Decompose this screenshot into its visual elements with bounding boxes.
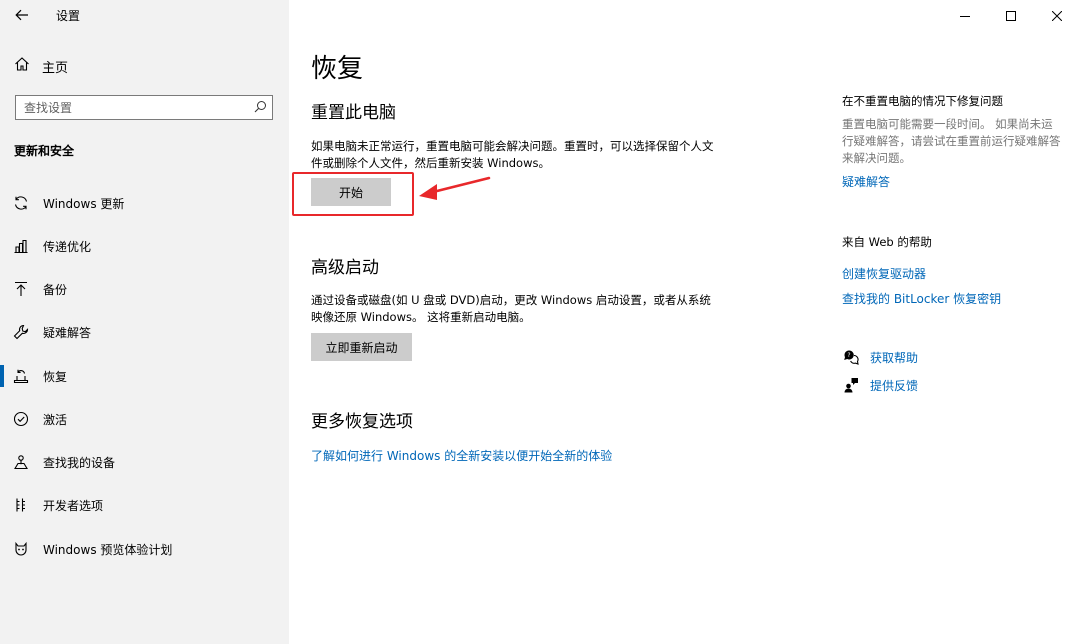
maximize-icon	[1006, 6, 1016, 25]
sidebar-item-label: Windows 更新	[43, 196, 125, 211]
developer-icon	[12, 496, 30, 514]
sidebar-item-activation[interactable]: 激活	[0, 401, 289, 437]
sidebar-item-windows-insider[interactable]: Windows 预览体验计划	[0, 531, 289, 567]
reset-pc-heading: 重置此电脑	[311, 103, 396, 123]
fresh-install-link[interactable]: 了解如何进行 Windows 的全新安装以便开始全新的体验	[311, 447, 612, 464]
sidebar-home[interactable]: 主页	[14, 56, 68, 76]
help-chat-icon: ?	[842, 348, 860, 366]
sidebar-item-label: 查找我的设备	[43, 455, 116, 470]
get-help-action[interactable]: ? 获取帮助	[842, 348, 918, 366]
minimize-icon	[960, 6, 970, 25]
minimize-button[interactable]	[942, 0, 988, 30]
app-title: 设置	[56, 9, 81, 23]
fix-without-reset-text: 重置电脑可能需要一段时间。 如果尚未运行疑难解答，请尝试在重置前运行疑难解答来解…	[842, 117, 1061, 165]
svg-text:?: ?	[847, 352, 850, 359]
sidebar-item-label: 激活	[43, 412, 68, 427]
sidebar-item-label: Windows 预览体验计划	[43, 542, 173, 557]
sidebar-item-windows-update[interactable]: Windows 更新	[0, 185, 289, 221]
sync-icon	[12, 194, 30, 212]
recovery-icon	[12, 367, 30, 385]
sidebar-item-label: 备份	[43, 282, 68, 297]
selected-indicator	[0, 365, 4, 387]
troubleshoot-link[interactable]: 疑难解答	[842, 173, 890, 190]
section-title: 更新和安全	[14, 144, 75, 158]
sidebar-item-backup[interactable]: 备份	[0, 271, 289, 307]
sidebar-item-developer-options[interactable]: 开发者选项	[0, 487, 289, 523]
annotation-highlight-box	[292, 172, 414, 216]
search-input[interactable]	[16, 96, 248, 119]
insider-icon	[12, 540, 30, 558]
create-recovery-drive-link[interactable]: 创建恢复驱动器	[842, 265, 926, 282]
get-help-label: 获取帮助	[870, 350, 919, 365]
search-icon	[254, 98, 267, 117]
page-title: 恢复	[311, 54, 364, 84]
close-icon	[1051, 6, 1063, 25]
reset-pc-description: 如果电脑未正常运行，重置电脑可能会解决问题。重置时，可以选择保留个人文件或删除个…	[311, 139, 714, 170]
sidebar-item-label: 恢复	[43, 369, 68, 384]
annotation-arrow-icon	[419, 176, 491, 200]
delivery-optimization-icon	[12, 237, 30, 255]
sidebar-item-delivery-optimization[interactable]: 传递优化	[0, 228, 289, 264]
give-feedback-label: 提供反馈	[870, 378, 919, 393]
home-label: 主页	[42, 60, 69, 76]
bitlocker-recovery-key-link[interactable]: 查找我的 BitLocker 恢复密钥	[842, 290, 1001, 307]
wrench-icon	[12, 323, 30, 341]
web-help-title: 来自 Web 的帮助	[842, 235, 932, 249]
more-recovery-heading: 更多恢复选项	[311, 412, 413, 432]
maximize-button[interactable]	[988, 0, 1034, 30]
window-controls	[942, 0, 1080, 30]
feedback-icon	[842, 376, 860, 394]
search-button[interactable]	[248, 96, 272, 119]
find-device-icon	[12, 453, 30, 471]
backup-icon	[12, 280, 30, 298]
activation-icon	[12, 410, 30, 428]
search-box	[15, 95, 273, 120]
close-button[interactable]	[1034, 0, 1080, 30]
fix-without-reset-title: 在不重置电脑的情况下修复问题	[842, 94, 1003, 108]
advanced-startup-heading: 高级启动	[311, 258, 379, 278]
sidebar-item-recovery[interactable]: 恢复	[0, 358, 289, 394]
restart-now-button[interactable]: 立即重新启动	[311, 333, 412, 361]
sidebar-item-label: 传递优化	[43, 239, 92, 254]
advanced-startup-description: 通过设备或磁盘(如 U 盘或 DVD)启动，更改 Windows 启动设置，或者…	[311, 293, 711, 324]
sidebar: 设置 主页 更新和安全 Windows 更新 传递优化 备份	[0, 0, 289, 644]
back-arrow-icon	[15, 6, 29, 25]
sidebar-item-label: 开发者选项	[43, 498, 104, 513]
sidebar-item-label: 疑难解答	[43, 325, 92, 340]
sidebar-item-troubleshoot[interactable]: 疑难解答	[0, 314, 289, 350]
back-button[interactable]	[10, 4, 34, 26]
home-icon	[14, 56, 30, 76]
give-feedback-action[interactable]: 提供反馈	[842, 376, 918, 394]
sidebar-item-find-my-device[interactable]: 查找我的设备	[0, 444, 289, 480]
